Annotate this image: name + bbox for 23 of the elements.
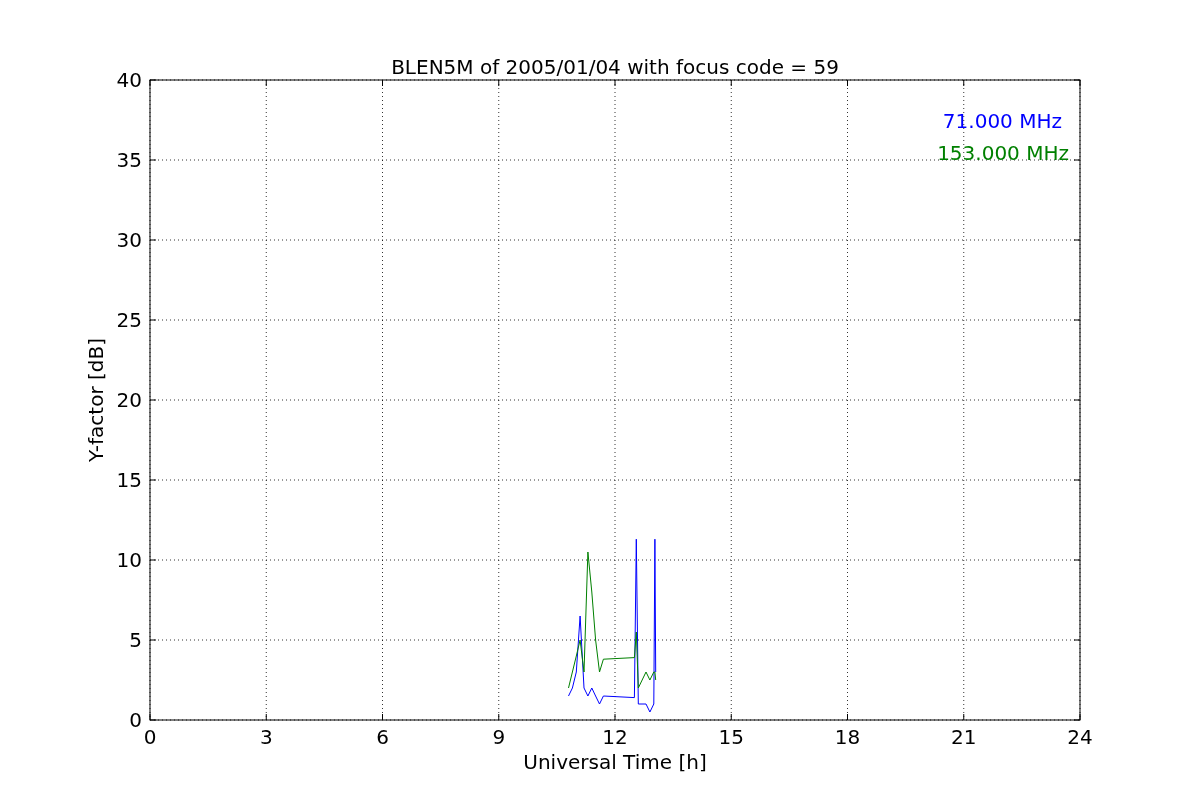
x-tick-label: 18 <box>834 725 861 749</box>
y-tick-label: 15 <box>116 468 142 492</box>
x-tick-label: 21 <box>951 725 977 749</box>
y-tick-label: 5 <box>129 628 142 652</box>
y-tick-label: 25 <box>116 308 142 332</box>
legend-label: 71.000 MHz <box>942 109 1062 133</box>
x-tick-label: 15 <box>718 725 744 749</box>
x-tick-label: 0 <box>143 725 157 749</box>
x-axis-label: Universal Time [h] <box>523 750 707 774</box>
chart-title: BLEN5M of 2005/01/04 with focus code = 59 <box>391 55 839 79</box>
y-tick-label: 10 <box>116 548 142 572</box>
y-tick-label: 20 <box>116 388 142 412</box>
y-axis-label: Y-factor [dB] <box>84 338 108 462</box>
x-tick-label: 3 <box>259 725 273 749</box>
y-tick-label: 30 <box>116 228 142 252</box>
y-tick-label: 0 <box>129 708 142 732</box>
y-tick-label: 35 <box>116 148 142 172</box>
x-tick-label: 6 <box>376 725 389 749</box>
legend-label: 153.000 MHz <box>937 141 1069 165</box>
x-tick-label: 12 <box>602 725 628 749</box>
x-tick-label: 9 <box>492 725 506 749</box>
y-tick-label: 40 <box>116 68 142 92</box>
x-tick-label: 24 <box>1067 725 1093 749</box>
